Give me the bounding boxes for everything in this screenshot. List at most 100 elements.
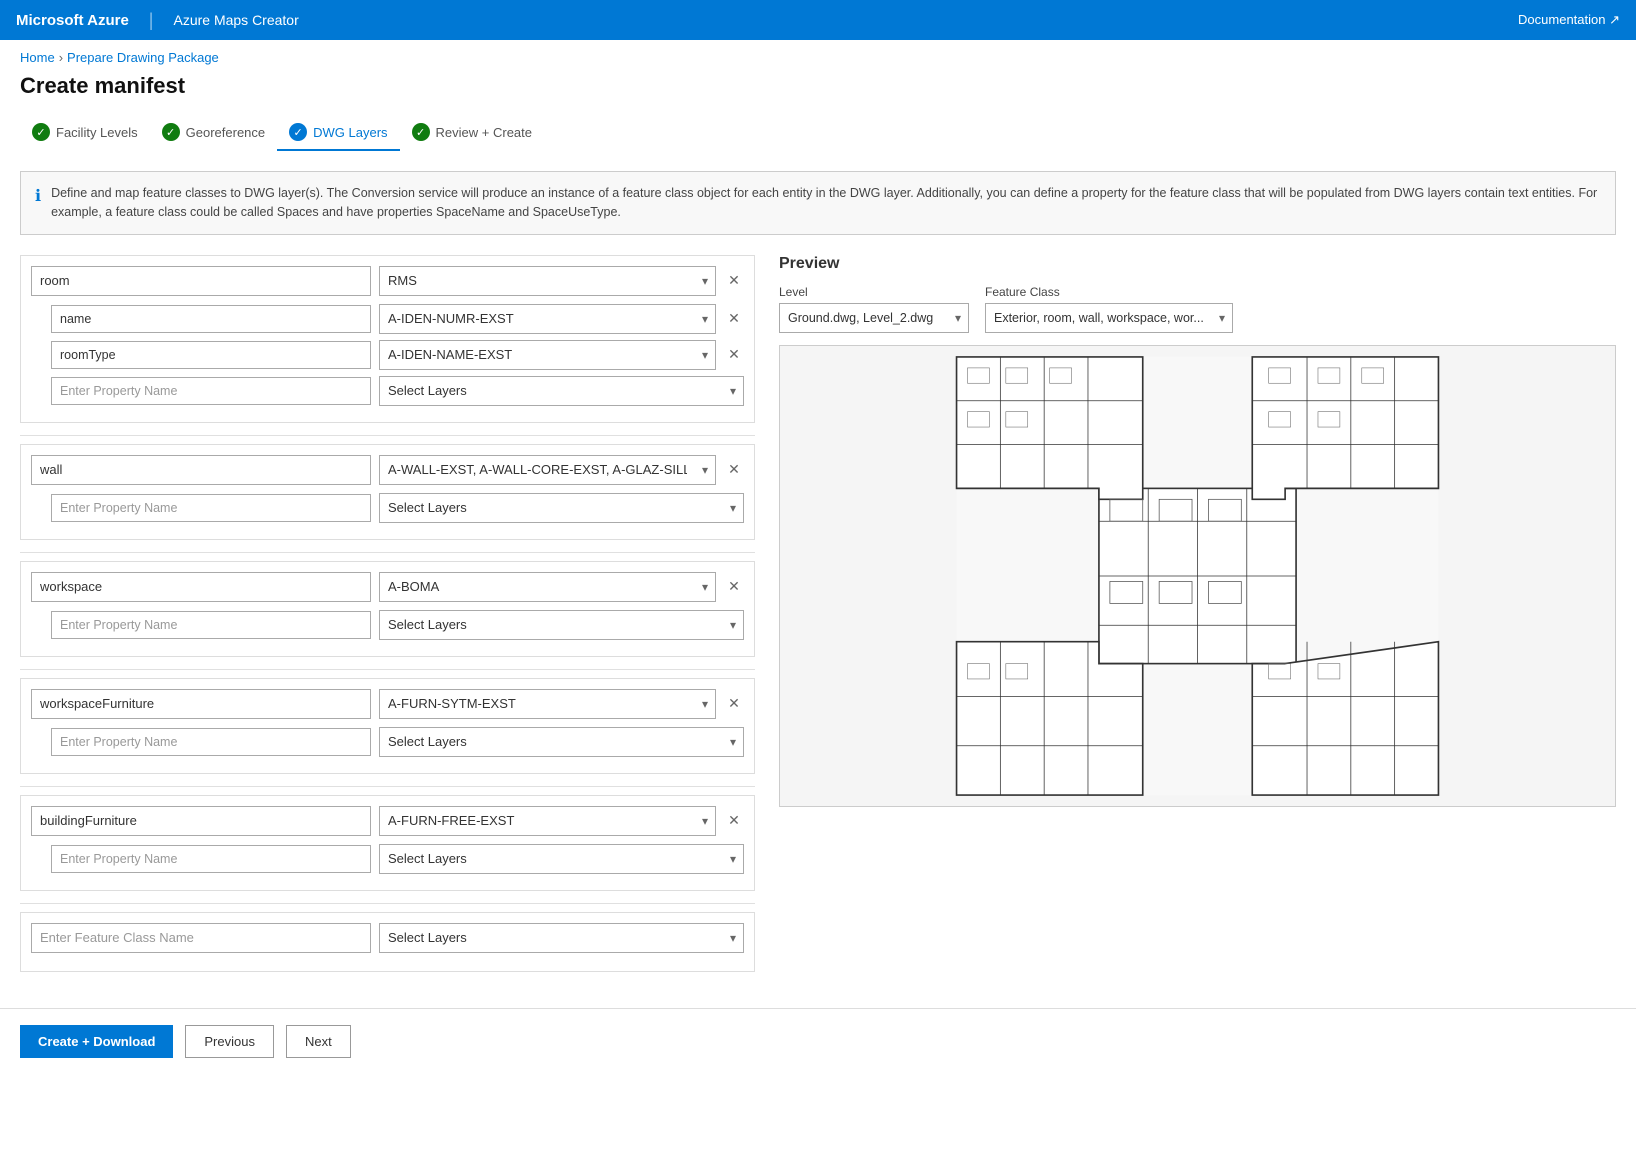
- fc-section-room: RMS ▾ ✕ A-IDEN-NUMR-EXST ▾ ✕: [20, 255, 755, 423]
- brand-name: Microsoft Azure: [16, 12, 129, 29]
- prop-name-input-empty-workspacefurniture[interactable]: [51, 728, 371, 756]
- fc-layers-workspace[interactable]: A-BOMA: [379, 572, 716, 602]
- step-facility-levels[interactable]: ✓ Facility Levels: [20, 115, 150, 151]
- fc-header-new: Select Layers ▾: [31, 923, 744, 953]
- remove-wall-button[interactable]: ✕: [724, 460, 744, 480]
- prop-layers-wrap-empty-room: Select Layers ▾: [379, 376, 744, 406]
- fc-name-wall[interactable]: [31, 455, 371, 485]
- info-text: Define and map feature classes to DWG la…: [51, 184, 1601, 222]
- fc-name-new[interactable]: [31, 923, 371, 953]
- create-download-button[interactable]: Create + Download: [20, 1025, 173, 1058]
- fc-name-workspace[interactable]: [31, 572, 371, 602]
- prop-layers-empty-workspace[interactable]: Select Layers: [379, 610, 744, 640]
- prop-layers-roomtype[interactable]: A-IDEN-NAME-EXST: [379, 340, 716, 370]
- remove-workspace-button[interactable]: ✕: [724, 577, 744, 597]
- prop-layers-wrap-roomtype: A-IDEN-NAME-EXST ▾: [379, 340, 716, 370]
- prop-layers-wrap-empty-workspacefurniture: Select Layers ▾: [379, 727, 744, 757]
- feature-class-selector-group: Feature Class Exterior, room, wall, work…: [985, 285, 1233, 333]
- level-label: Level: [779, 285, 969, 299]
- breadcrumb-separator: ›: [59, 50, 63, 65]
- remove-prop-roomtype-button[interactable]: ✕: [724, 345, 744, 365]
- fc-header-buildingfurniture: A-FURN-FREE-EXST ▾ ✕: [31, 806, 744, 836]
- prop-layers-empty-buildingfurniture[interactable]: Select Layers: [379, 844, 744, 874]
- step-check-facility: ✓: [32, 123, 50, 141]
- prop-row-empty-wall: Select Layers ▾: [31, 493, 744, 523]
- prop-name-input-roomtype[interactable]: [51, 341, 371, 369]
- prop-row-empty-buildingfurniture: Select Layers ▾: [31, 844, 744, 874]
- fc-layers-wrap-new: Select Layers ▾: [379, 923, 744, 953]
- level-select[interactable]: Ground.dwg, Level_2.dwg: [779, 303, 969, 333]
- step-label-review: Review + Create: [436, 125, 532, 140]
- level-select-wrap: Ground.dwg, Level_2.dwg ▾: [779, 303, 969, 333]
- bottom-bar: Create + Download Previous Next: [0, 1008, 1636, 1074]
- preview-selectors: Level Ground.dwg, Level_2.dwg ▾ Feature …: [779, 285, 1616, 333]
- fc-section-workspace: A-BOMA ▾ ✕ Select Layers ▾: [20, 561, 755, 657]
- fc-layers-wall[interactable]: A-WALL-EXST, A-WALL-CORE-EXST, A-GLAZ-SI…: [379, 455, 716, 485]
- prop-name-input-empty-room[interactable]: [51, 377, 371, 405]
- remove-room-button[interactable]: ✕: [724, 271, 744, 291]
- prop-layers-wrap-empty-wall: Select Layers ▾: [379, 493, 744, 523]
- breadcrumb-current[interactable]: Prepare Drawing Package: [67, 50, 219, 65]
- divider-5: [20, 903, 755, 904]
- step-dwg-layers[interactable]: ✓ DWG Layers: [277, 115, 399, 151]
- fc-layers-buildingfurniture[interactable]: A-FURN-FREE-EXST: [379, 806, 716, 836]
- divider-1: [20, 435, 755, 436]
- prop-name-input-name[interactable]: [51, 305, 371, 333]
- prop-row-roomtype: A-IDEN-NAME-EXST ▾ ✕: [31, 340, 744, 370]
- prop-name-input-empty-workspace[interactable]: [51, 611, 371, 639]
- divider-3: [20, 669, 755, 670]
- step-review-create[interactable]: ✓ Review + Create: [400, 115, 544, 151]
- fc-header-wall: A-WALL-EXST, A-WALL-CORE-EXST, A-GLAZ-SI…: [31, 455, 744, 485]
- feature-class-select[interactable]: Exterior, room, wall, workspace, wor...: [985, 303, 1233, 333]
- feature-class-select-wrap: Exterior, room, wall, workspace, wor... …: [985, 303, 1233, 333]
- main-layout: RMS ▾ ✕ A-IDEN-NUMR-EXST ▾ ✕: [0, 255, 1636, 984]
- step-label-geo: Georeference: [186, 125, 266, 140]
- fc-layers-wrap-room: RMS ▾: [379, 266, 716, 296]
- prop-layers-empty-room[interactable]: Select Layers: [379, 376, 744, 406]
- prop-layers-name[interactable]: A-IDEN-NUMR-EXST: [379, 304, 716, 334]
- step-check-dwg: ✓: [289, 123, 307, 141]
- step-georeference[interactable]: ✓ Georeference: [150, 115, 278, 151]
- divider-4: [20, 786, 755, 787]
- prop-layers-wrap-empty-buildingfurniture: Select Layers ▾: [379, 844, 744, 874]
- breadcrumb: Home › Prepare Drawing Package: [0, 40, 1636, 69]
- fc-name-buildingfurniture[interactable]: [31, 806, 371, 836]
- breadcrumb-home[interactable]: Home: [20, 50, 55, 65]
- remove-buildingfurniture-button[interactable]: ✕: [724, 811, 744, 831]
- top-bar-separator: |: [149, 10, 154, 31]
- fc-layers-new[interactable]: Select Layers: [379, 923, 744, 953]
- remove-prop-name-button[interactable]: ✕: [724, 309, 744, 329]
- prop-name-input-empty-buildingfurniture[interactable]: [51, 845, 371, 873]
- fc-section-wall: A-WALL-EXST, A-WALL-CORE-EXST, A-GLAZ-SI…: [20, 444, 755, 540]
- fc-section-buildingfurniture: A-FURN-FREE-EXST ▾ ✕ Select Layers ▾: [20, 795, 755, 891]
- divider-2: [20, 552, 755, 553]
- right-panel: Preview Level Ground.dwg, Level_2.dwg ▾ …: [779, 255, 1616, 984]
- steps-container: ✓ Facility Levels ✓ Georeference ✓ DWG L…: [0, 115, 1636, 171]
- next-button[interactable]: Next: [286, 1025, 351, 1058]
- product-name: Azure Maps Creator: [173, 12, 298, 28]
- info-icon: ℹ: [35, 185, 41, 222]
- prop-layers-empty-workspacefurniture[interactable]: Select Layers: [379, 727, 744, 757]
- step-check-review: ✓: [412, 123, 430, 141]
- level-selector-group: Level Ground.dwg, Level_2.dwg ▾: [779, 285, 969, 333]
- fc-layers-workspacefurniture[interactable]: A-FURN-SYTM-EXST: [379, 689, 716, 719]
- fc-layers-room[interactable]: RMS: [379, 266, 716, 296]
- step-label-facility: Facility Levels: [56, 125, 138, 140]
- fc-header-room: RMS ▾ ✕: [31, 266, 744, 296]
- fc-header-workspacefurniture: A-FURN-SYTM-EXST ▾ ✕: [31, 689, 744, 719]
- fc-layers-wrap-wall: A-WALL-EXST, A-WALL-CORE-EXST, A-GLAZ-SI…: [379, 455, 716, 485]
- prop-name-input-empty-wall[interactable]: [51, 494, 371, 522]
- page-title: Create manifest: [0, 69, 1636, 115]
- remove-workspacefurniture-button[interactable]: ✕: [724, 694, 744, 714]
- fc-section-workspacefurniture: A-FURN-SYTM-EXST ▾ ✕ Select Layers ▾: [20, 678, 755, 774]
- step-check-geo: ✓: [162, 123, 180, 141]
- prop-layers-empty-wall[interactable]: Select Layers: [379, 493, 744, 523]
- fc-name-workspacefurniture[interactable]: [31, 689, 371, 719]
- left-panel: RMS ▾ ✕ A-IDEN-NUMR-EXST ▾ ✕: [20, 255, 755, 984]
- fc-layers-wrap-buildingfurniture: A-FURN-FREE-EXST ▾: [379, 806, 716, 836]
- previous-button[interactable]: Previous: [185, 1025, 274, 1058]
- prop-row-empty-workspace: Select Layers ▾: [31, 610, 744, 640]
- documentation-link[interactable]: Documentation ↗: [1518, 12, 1620, 28]
- fc-section-new: Select Layers ▾: [20, 912, 755, 972]
- fc-name-room[interactable]: [31, 266, 371, 296]
